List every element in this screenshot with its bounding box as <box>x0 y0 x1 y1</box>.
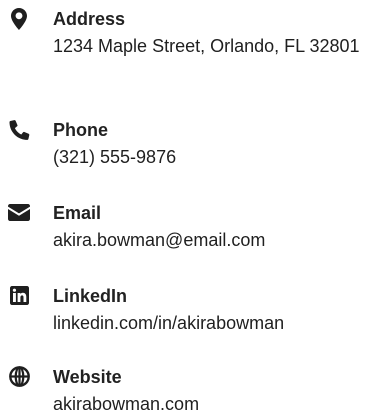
address-value: 1234 Maple Street, Orlando, FL 32801 <box>53 36 360 56</box>
address-label: Address <box>53 9 126 29</box>
phone-value: (321) 555-9876 <box>53 147 177 167</box>
phone-label: Phone <box>53 120 109 140</box>
phone-icon <box>8 119 30 141</box>
map-marker-icon <box>8 8 30 30</box>
website-value: akirabowman.com <box>53 394 200 414</box>
website-label: Website <box>53 367 122 387</box>
email-value: akira.bowman@email.com <box>53 230 266 250</box>
envelope-icon <box>8 202 30 224</box>
contact-list: Address 1234 Maple Street, Orlando, FL 3… <box>0 0 382 419</box>
email-label: Email <box>53 203 102 223</box>
linkedin-icon <box>8 285 30 307</box>
globe-icon <box>8 366 30 388</box>
linkedin-label: LinkedIn <box>53 286 128 306</box>
linkedin-value: linkedin.com/in/akirabowman <box>53 313 285 333</box>
